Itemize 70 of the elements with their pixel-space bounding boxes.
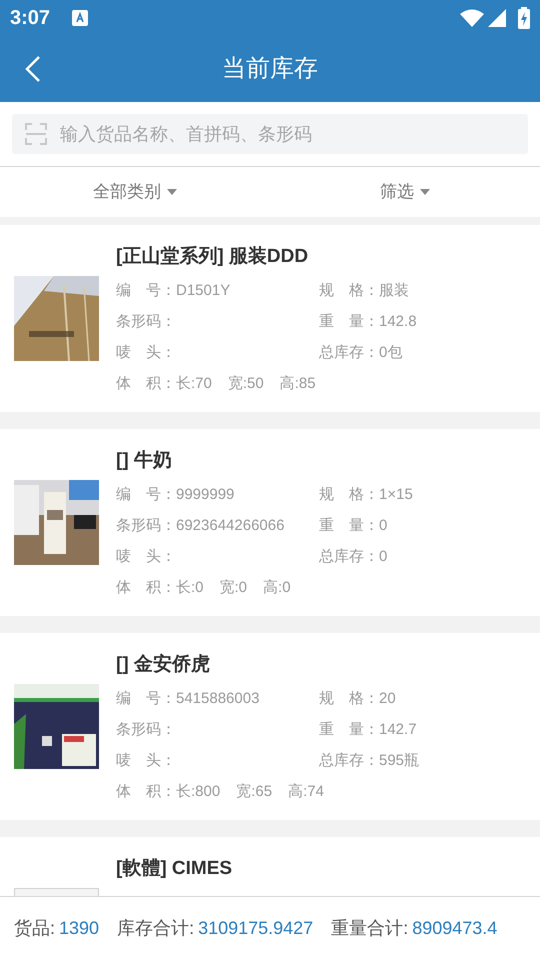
summary-label: 重量合计: bbox=[331, 917, 408, 940]
field-value: 0 bbox=[379, 547, 388, 567]
product-title: [軟體] CIMES bbox=[116, 857, 234, 881]
summary-label: 库存合计: bbox=[117, 917, 194, 940]
summary-label: 货品: bbox=[14, 917, 56, 940]
field-label: 重 量： bbox=[319, 312, 379, 332]
filter-dropdown[interactable]: 筛选 bbox=[270, 167, 540, 217]
field-label: 总库存： bbox=[319, 751, 379, 771]
summary-value: 3109175.9427 bbox=[198, 917, 314, 940]
field-label: 总库存： bbox=[319, 343, 379, 363]
product-card[interactable]: [正山堂系列] 服装DDD 编 号：D1501Y 规 格：服装 条形码： 重 量：142.8 唛 头： 总库存：0包 体 积：长:70 宽:50 高:85 bbox=[0, 225, 540, 412]
page-title: 当前库存 bbox=[222, 54, 318, 84]
product-card[interactable]: [軟體] CIMES bbox=[0, 837, 540, 896]
field-label: 条形码： bbox=[116, 720, 176, 740]
field-value: 长:0 bbox=[176, 578, 204, 598]
product-card[interactable]: [] 牛奶 编 号：9999999 规 格：1×15 条形码：6923644266066 重 量：0 唛 头： 总库存：0 体 积：长:0 宽:0 高:0 bbox=[0, 429, 540, 616]
field-label: 条形码： bbox=[116, 516, 176, 536]
product-title: [] 牛奶 bbox=[116, 449, 173, 473]
field-value: 6923644266066 bbox=[176, 516, 284, 536]
battery-icon bbox=[518, 7, 530, 29]
caret-icon bbox=[167, 189, 177, 195]
field-label: 唛 头： bbox=[116, 343, 176, 363]
field-value: 宽:65 bbox=[236, 782, 272, 802]
wifi-icon bbox=[460, 9, 484, 27]
field-label: 唛 头： bbox=[116, 751, 176, 771]
field-value: 1×15 bbox=[379, 485, 413, 505]
product-title: [] 金安侨虎 bbox=[116, 652, 211, 677]
field-value: 142.7 bbox=[379, 720, 417, 740]
field-label: 编 号： bbox=[116, 689, 176, 709]
filter-dropdown[interactable]: 全部类别 bbox=[0, 167, 270, 217]
field-label: 规 格： bbox=[319, 281, 379, 301]
summary-value: 1390 bbox=[59, 917, 100, 940]
field-label: 体 积： bbox=[116, 578, 176, 598]
signal-icon bbox=[488, 9, 506, 27]
field-value: 0包 bbox=[379, 343, 402, 363]
field-value: 高:85 bbox=[280, 374, 316, 394]
field-value: 142.8 bbox=[379, 312, 417, 332]
field-value: 宽:50 bbox=[228, 374, 264, 394]
field-value: 5415886003 bbox=[176, 689, 260, 709]
field-value: 长:70 bbox=[176, 374, 212, 394]
field-label: 体 积： bbox=[116, 374, 176, 394]
field-value: 9999999 bbox=[176, 485, 234, 505]
field-value: 宽:0 bbox=[220, 578, 248, 598]
back-icon bbox=[25, 55, 41, 83]
field-value: D1501Y bbox=[176, 281, 230, 301]
status-time: 3:07 bbox=[10, 6, 50, 31]
field-value: 0 bbox=[379, 516, 388, 536]
scan-icon bbox=[25, 123, 47, 145]
product-title: [正山堂系列] 服装DDD bbox=[116, 244, 310, 269]
field-label: 总库存： bbox=[319, 547, 379, 567]
field-label: 唛 头： bbox=[116, 547, 176, 567]
summary-value: 8909473.4 bbox=[412, 917, 498, 940]
field-value: 595瓶 bbox=[379, 751, 420, 771]
field-value: 长:800 bbox=[176, 782, 220, 802]
caret-icon bbox=[420, 189, 430, 195]
field-label: 规 格： bbox=[319, 485, 379, 505]
field-value: 高:0 bbox=[263, 578, 291, 598]
field-label: 重 量： bbox=[319, 516, 379, 536]
field-value: 20 bbox=[379, 689, 396, 709]
field-label: 条形码： bbox=[116, 312, 176, 332]
field-value: 服装 bbox=[379, 281, 409, 301]
search-field[interactable]: 输入货品名称、首拼码、条形码 bbox=[12, 114, 528, 154]
field-label: 规 格： bbox=[319, 689, 379, 709]
field-value: 高:74 bbox=[288, 782, 324, 802]
field-label: 编 号： bbox=[116, 281, 176, 301]
field-label: 体 积： bbox=[116, 782, 176, 802]
field-label: 编 号： bbox=[116, 485, 176, 505]
field-label: 重 量： bbox=[319, 720, 379, 740]
keyboard-notification-icon bbox=[72, 10, 88, 26]
product-card[interactable]: [] 金安侨虎 编 号：5415886003 规 格：20 条形码： 重 量：142.7 唛 头： 总库存：595瓶 体 积：长:800 宽:65 高:74 bbox=[0, 633, 540, 820]
